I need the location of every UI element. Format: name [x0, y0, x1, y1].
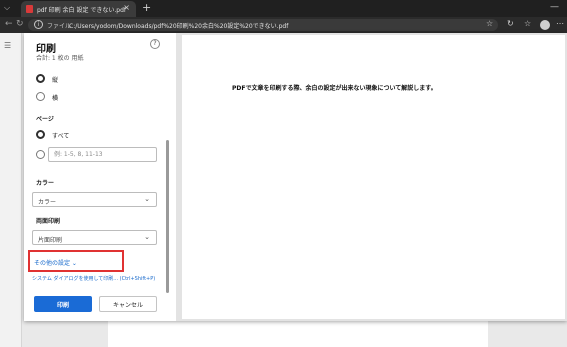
refresh-page-icon[interactable]: ↻ — [507, 19, 514, 28]
new-tab-plus-icon[interactable]: + — [142, 1, 151, 14]
pdf-viewer-sidebar — [0, 33, 22, 347]
panel-scrollbar-thumb[interactable] — [166, 140, 169, 293]
pages-custom-radio[interactable] — [36, 150, 45, 159]
sheet-count: 合計: 1 枚の 用紙 — [36, 55, 84, 62]
pdf-page-background — [108, 318, 488, 347]
portrait-radio[interactable] — [36, 74, 45, 83]
print-dialog: 印刷 合計: 1 枚の 用紙 ? 縦 横 ページ すべて カラー カラー ⌄ 両… — [24, 33, 567, 321]
back-icon[interactable]: ← — [5, 19, 13, 29]
pages-all-label: すべて — [52, 133, 70, 140]
address-bar-row: ← ↻ i ファイル C:/Users/yodom/Downloads/pdf%… — [0, 17, 567, 33]
preview-page-text: PDFで文章を印刷する際、余白の設定が出来ない現象について解説します。 — [232, 85, 437, 92]
print-preview: PDFで文章を印刷する際、余白の設定が出来ない現象について解説します。 — [176, 33, 567, 321]
refresh-icon[interactable]: ↻ — [16, 19, 24, 29]
url-scheme-label: ファイル — [47, 23, 72, 30]
print-button[interactable]: 印刷 — [34, 296, 92, 312]
favorite-star-icon[interactable]: ☆ — [486, 19, 493, 28]
chevron-down-icon: ⌄ — [144, 233, 150, 241]
color-select-value: カラー — [38, 199, 57, 206]
browser-tab[interactable]: pdf 印刷 余白 設定 できない.pdf × — [21, 1, 136, 17]
pdf-menu-icon[interactable]: ☰ — [4, 41, 11, 50]
url-text[interactable]: C:/Users/yodom/Downloads/pdf%20印刷%20余白%2… — [69, 21, 288, 30]
landscape-label: 横 — [52, 95, 59, 102]
tab-close-icon[interactable]: × — [123, 3, 130, 12]
color-section-label: カラー — [36, 180, 55, 187]
info-icon[interactable]: i — [34, 20, 43, 29]
landscape-radio[interactable] — [36, 92, 45, 101]
cancel-button[interactable]: キャンセル — [99, 296, 157, 312]
color-select[interactable]: カラー ⌄ — [32, 192, 157, 207]
duplex-select-value: 片面印刷 — [38, 237, 63, 244]
pages-all-radio[interactable] — [36, 130, 45, 139]
page-range-field[interactable] — [48, 147, 157, 162]
chevron-down-icon: ⌄ — [144, 195, 150, 203]
pages-section-label: ページ — [36, 116, 54, 123]
help-icon[interactable]: ? — [150, 39, 160, 49]
duplex-select[interactable]: 片面印刷 ⌄ — [32, 230, 157, 245]
browser-title-bar: ⌵ pdf 印刷 余白 設定 できない.pdf × + — — [0, 0, 567, 17]
favorites-icon[interactable]: ☆ — [524, 19, 531, 28]
profile-avatar-icon[interactable] — [540, 20, 550, 30]
tab-title: pdf 印刷 余白 設定 できない.pdf — [37, 7, 126, 14]
address-bar[interactable]: i ファイル C:/Users/yodom/Downloads/pdf%20印刷… — [28, 19, 498, 31]
pdf-icon — [26, 5, 33, 13]
tab-actions-chevron-icon[interactable]: ⌵ — [4, 3, 10, 13]
portrait-label: 縦 — [52, 77, 59, 84]
more-settings-link[interactable]: その他の設定 ⌄ — [34, 258, 77, 267]
more-menu-icon[interactable]: ⋯ — [556, 19, 564, 28]
preview-page: PDFで文章を印刷する際、余白の設定が出来ない現象について解説します。 — [182, 35, 565, 319]
print-settings-panel: 印刷 合計: 1 枚の 用紙 ? 縦 横 ページ すべて カラー カラー ⌄ 両… — [24, 33, 176, 321]
duplex-section-label: 両面印刷 — [36, 218, 61, 225]
minimize-window-icon[interactable]: — — [550, 2, 559, 12]
system-dialog-link[interactable]: システム ダイアログを使用して印刷... (Ctrl+Shift+P) — [32, 275, 155, 282]
page-range-input[interactable] — [49, 148, 156, 161]
